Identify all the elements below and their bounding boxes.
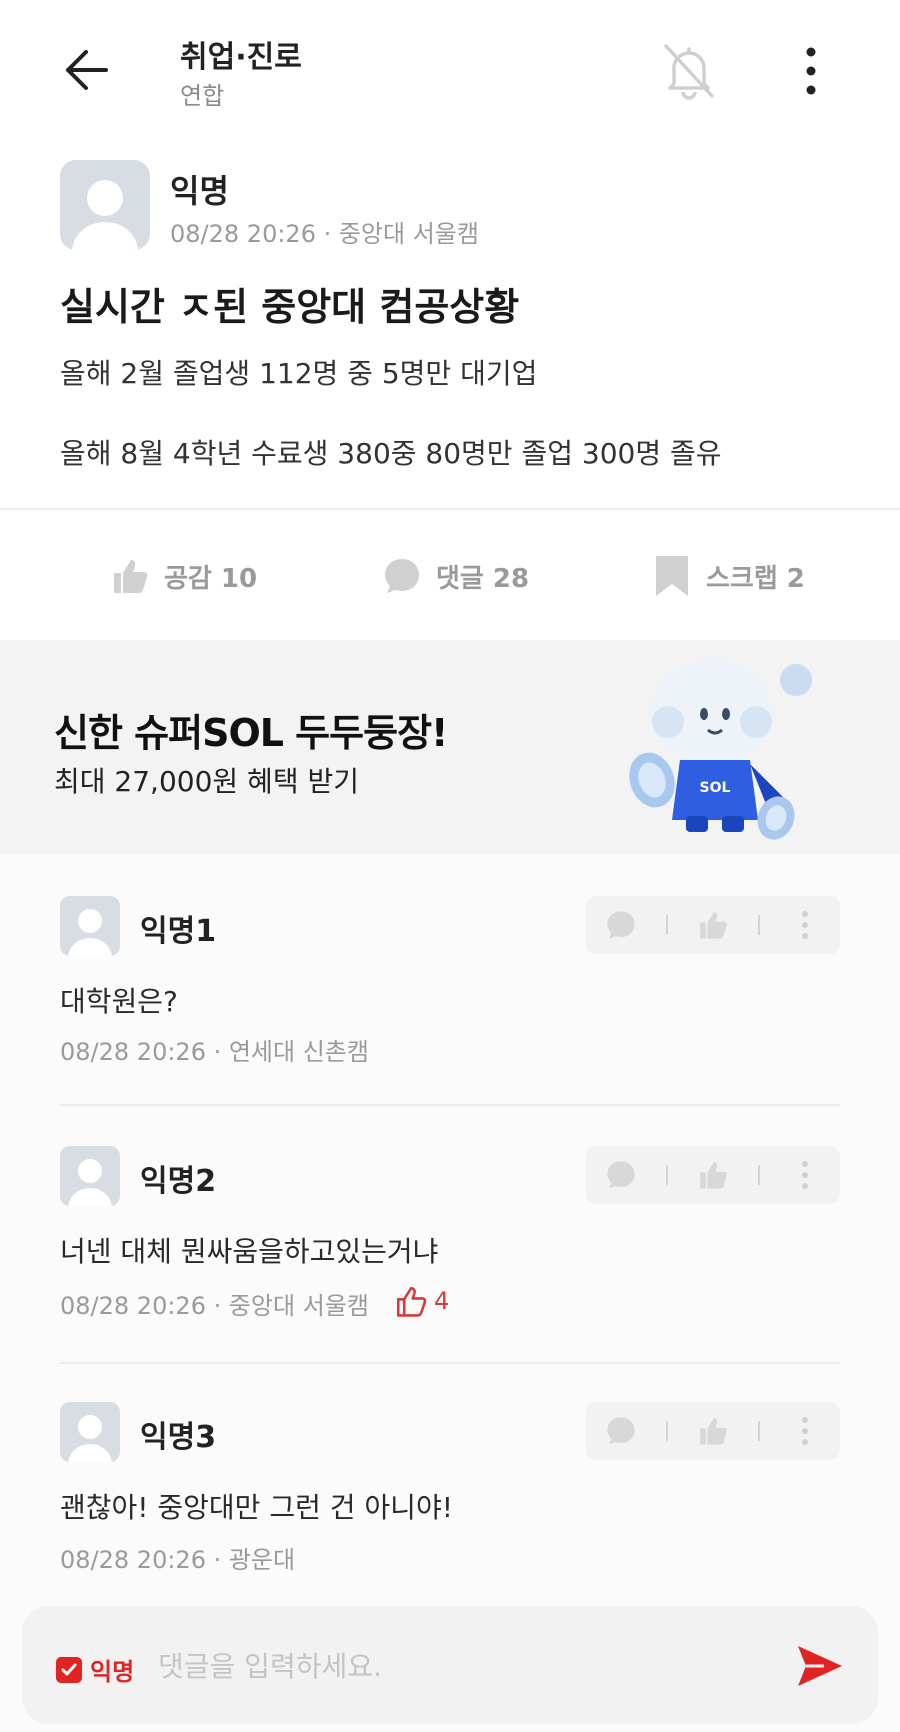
thumbs-up-icon	[700, 912, 727, 939]
bookmark-icon	[656, 556, 688, 596]
comment-author: 익명3	[140, 1420, 217, 1455]
thumbs-up-icon	[700, 1162, 727, 1189]
comment-meta: 08/28 20:26 · 중앙대 서울캠	[60, 1292, 369, 1320]
ad-title: 신한 슈퍼SOL 두두둥장!	[54, 711, 448, 755]
comment-avatar	[60, 1402, 120, 1462]
comment-text: 대학원은?	[60, 985, 178, 1018]
speech-bubble-icon	[607, 1417, 635, 1445]
comment-text: 괜찮아! 중앙대만 그런 건 아니야!	[60, 1491, 453, 1524]
scrap-button[interactable]: 스크랩 2	[652, 550, 805, 602]
scrap-count-label: 스크랩 2	[706, 563, 805, 594]
comment-author: 익명1	[140, 914, 217, 949]
comment-author: 익명2	[140, 1164, 217, 1199]
checkbox-checked-icon	[56, 1656, 82, 1683]
comment-avatar	[60, 896, 120, 956]
comment-text: 너넨 대체 뭔싸움을하고있는거냐	[60, 1235, 439, 1268]
speech-bubble-icon	[607, 1161, 635, 1189]
comment-like-count: 4	[394, 1284, 449, 1318]
separator	[758, 1421, 760, 1441]
like-button[interactable]: 공감 10	[110, 550, 257, 602]
thumbs-up-icon	[700, 1418, 727, 1445]
separator	[758, 1165, 760, 1185]
separator	[758, 915, 760, 935]
more-options-icon	[802, 1417, 808, 1445]
speech-bubble-icon	[385, 559, 419, 593]
comment-action-bar	[586, 1402, 840, 1460]
comment-like-button[interactable]	[688, 900, 738, 950]
divider	[60, 1362, 840, 1364]
post-body-line: 올해 2월 졸업생 112명 중 5명만 대기업	[60, 357, 538, 390]
comment-composer: 익명	[22, 1606, 878, 1724]
mascot-illustration: SOL	[629, 658, 812, 840]
comment-count-label: 댓글 28	[436, 563, 530, 594]
board-title: 취업·진로	[180, 40, 302, 75]
comment-input[interactable]	[156, 1642, 780, 1690]
comment-avatar	[60, 1146, 120, 1206]
comment-like-button[interactable]	[688, 1150, 738, 1200]
comment-action-bar	[586, 896, 840, 954]
separator	[666, 1165, 668, 1185]
post-title: 실시간 ㅈ된 중앙대 컴공상황	[60, 285, 520, 329]
more-options-icon	[802, 911, 808, 939]
anonymous-checkbox[interactable]: 익명	[56, 1652, 134, 1687]
divider	[60, 1104, 840, 1106]
like-count-label: 공감 10	[164, 563, 258, 594]
mascot-shirt-logo: SOL	[700, 780, 731, 796]
post-body-line: 올해 8월 4학년 수료생 380중 80명만 졸업 300명 졸유	[60, 437, 722, 470]
ad-banner[interactable]: 신한 슈퍼SOL 두두둥장! 최대 27,000원 혜택 받기 SOL	[0, 640, 900, 854]
comment-more-button[interactable]	[780, 1406, 830, 1456]
comment-action-bar	[586, 1146, 840, 1204]
ad-subtitle: 최대 27,000원 혜택 받기	[54, 765, 359, 798]
post-author-name: 익명	[170, 172, 229, 210]
more-options-icon[interactable]	[796, 44, 826, 98]
comment-meta: 08/28 20:26 · 연세대 신촌캠	[60, 1038, 369, 1066]
app-header: 취업·진로 연합	[0, 0, 900, 140]
more-options-icon	[802, 1161, 808, 1189]
post-author-avatar	[60, 160, 150, 250]
separator	[666, 1421, 668, 1441]
thumbs-up-outline-icon	[396, 1286, 427, 1317]
board-subtitle: 연합	[180, 82, 225, 110]
comment-like-button[interactable]	[688, 1406, 738, 1456]
thumbs-up-icon	[114, 560, 148, 593]
divider	[0, 508, 900, 510]
reply-button[interactable]	[596, 1150, 646, 1200]
comment-more-button[interactable]	[780, 900, 830, 950]
anonymous-label: 익명	[90, 1658, 135, 1686]
comment-button[interactable]: 댓글 28	[382, 550, 529, 602]
comment-more-button[interactable]	[780, 1150, 830, 1200]
comment-meta: 08/28 20:26 · 광운대	[60, 1546, 296, 1574]
send-icon[interactable]	[794, 1640, 846, 1692]
reply-button[interactable]	[596, 1406, 646, 1456]
notification-off-icon[interactable]	[658, 40, 720, 102]
post-meta: 08/28 20:26 · 중앙대 서울캠	[170, 220, 479, 248]
comment-like-number: 4	[434, 1287, 450, 1315]
back-arrow-icon[interactable]	[60, 44, 120, 96]
speech-bubble-icon	[607, 911, 635, 939]
reply-button[interactable]	[596, 900, 646, 950]
separator	[666, 915, 668, 935]
